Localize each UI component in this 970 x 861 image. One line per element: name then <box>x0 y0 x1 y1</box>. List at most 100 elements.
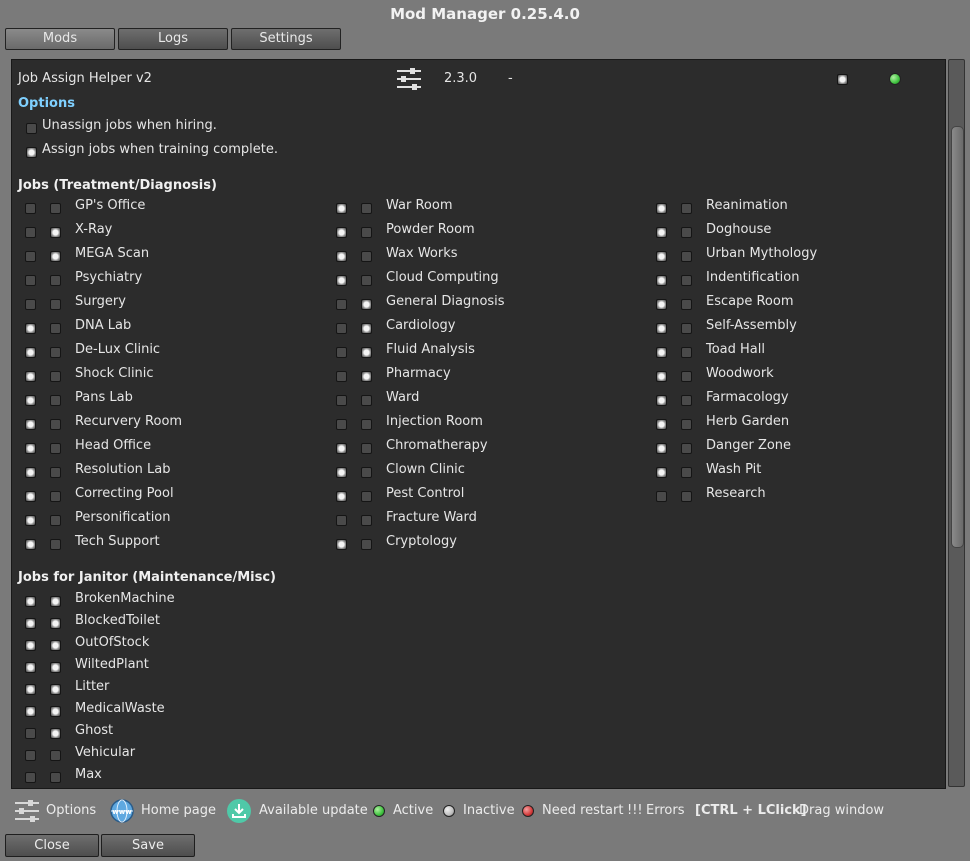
job-checkbox-b[interactable] <box>361 515 372 526</box>
job-checkbox-a[interactable] <box>336 227 347 238</box>
job-checkbox-b[interactable] <box>50 539 61 550</box>
job-checkbox-a[interactable] <box>25 539 36 550</box>
job-checkbox-a[interactable] <box>25 467 36 478</box>
job-checkbox-a[interactable] <box>25 491 36 502</box>
job-checkbox-b[interactable] <box>361 371 372 382</box>
janitor-checkbox-b[interactable] <box>50 772 61 783</box>
save-button[interactable]: Save <box>101 834 195 857</box>
job-checkbox-b[interactable] <box>361 251 372 262</box>
job-checkbox-a[interactable] <box>656 203 667 214</box>
tab-settings[interactable]: Settings <box>231 28 341 50</box>
job-checkbox-a[interactable] <box>656 299 667 310</box>
janitor-checkbox-a[interactable] <box>25 640 36 651</box>
job-checkbox-b[interactable] <box>361 299 372 310</box>
job-checkbox-b[interactable] <box>50 227 61 238</box>
job-checkbox-a[interactable] <box>336 395 347 406</box>
janitor-checkbox-a[interactable] <box>25 596 36 607</box>
job-checkbox-a[interactable] <box>336 371 347 382</box>
job-checkbox-b[interactable] <box>361 443 372 454</box>
vertical-scrollbar[interactable] <box>948 59 965 787</box>
job-checkbox-b[interactable] <box>681 323 692 334</box>
job-checkbox-b[interactable] <box>50 347 61 358</box>
job-checkbox-b[interactable] <box>50 419 61 430</box>
job-checkbox-b[interactable] <box>361 203 372 214</box>
job-checkbox-b[interactable] <box>50 251 61 262</box>
job-checkbox-a[interactable] <box>656 467 667 478</box>
job-checkbox-b[interactable] <box>361 419 372 430</box>
janitor-checkbox-b[interactable] <box>50 750 61 761</box>
job-checkbox-b[interactable] <box>361 539 372 550</box>
close-button[interactable]: Close <box>5 834 99 857</box>
job-checkbox-a[interactable] <box>336 419 347 430</box>
job-checkbox-b[interactable] <box>361 347 372 358</box>
job-checkbox-b[interactable] <box>50 299 61 310</box>
job-checkbox-b[interactable] <box>50 491 61 502</box>
mod-settings-icon[interactable] <box>396 67 422 91</box>
job-checkbox-a[interactable] <box>336 203 347 214</box>
job-checkbox-b[interactable] <box>681 491 692 502</box>
janitor-checkbox-a[interactable] <box>25 772 36 783</box>
janitor-checkbox-a[interactable] <box>25 728 36 739</box>
job-checkbox-a[interactable] <box>336 467 347 478</box>
job-checkbox-b[interactable] <box>681 275 692 286</box>
job-checkbox-b[interactable] <box>681 419 692 430</box>
job-checkbox-b[interactable] <box>361 491 372 502</box>
scrollbar-thumb[interactable] <box>951 126 964 548</box>
job-checkbox-b[interactable] <box>361 323 372 334</box>
job-checkbox-a[interactable] <box>656 275 667 286</box>
job-checkbox-b[interactable] <box>361 467 372 478</box>
job-checkbox-b[interactable] <box>681 395 692 406</box>
job-checkbox-b[interactable] <box>50 395 61 406</box>
job-checkbox-a[interactable] <box>336 491 347 502</box>
job-checkbox-a[interactable] <box>25 395 36 406</box>
job-checkbox-a[interactable] <box>25 515 36 526</box>
janitor-checkbox-b[interactable] <box>50 618 61 629</box>
job-checkbox-b[interactable] <box>361 227 372 238</box>
job-checkbox-a[interactable] <box>336 539 347 550</box>
janitor-checkbox-b[interactable] <box>50 640 61 651</box>
job-checkbox-b[interactable] <box>361 395 372 406</box>
janitor-checkbox-b[interactable] <box>50 684 61 695</box>
job-checkbox-a[interactable] <box>336 323 347 334</box>
job-checkbox-a[interactable] <box>25 323 36 334</box>
job-checkbox-a[interactable] <box>25 203 36 214</box>
job-checkbox-a[interactable] <box>25 227 36 238</box>
job-checkbox-a[interactable] <box>25 251 36 262</box>
job-checkbox-a[interactable] <box>25 275 36 286</box>
job-checkbox-b[interactable] <box>50 203 61 214</box>
job-checkbox-a[interactable] <box>656 419 667 430</box>
job-checkbox-a[interactable] <box>336 443 347 454</box>
janitor-checkbox-b[interactable] <box>50 662 61 673</box>
job-checkbox-b[interactable] <box>50 275 61 286</box>
job-checkbox-b[interactable] <box>681 347 692 358</box>
job-checkbox-a[interactable] <box>656 491 667 502</box>
job-checkbox-a[interactable] <box>336 299 347 310</box>
janitor-checkbox-a[interactable] <box>25 662 36 673</box>
job-checkbox-a[interactable] <box>25 299 36 310</box>
job-checkbox-a[interactable] <box>656 251 667 262</box>
job-checkbox-a[interactable] <box>656 371 667 382</box>
job-checkbox-b[interactable] <box>681 443 692 454</box>
job-checkbox-b[interactable] <box>681 227 692 238</box>
janitor-checkbox-b[interactable] <box>50 596 61 607</box>
job-checkbox-b[interactable] <box>50 323 61 334</box>
job-checkbox-b[interactable] <box>50 515 61 526</box>
tab-mods[interactable]: Mods <box>5 28 115 50</box>
job-checkbox-b[interactable] <box>50 443 61 454</box>
job-checkbox-b[interactable] <box>681 467 692 478</box>
job-checkbox-a[interactable] <box>25 419 36 430</box>
tab-logs[interactable]: Logs <box>118 28 228 50</box>
job-checkbox-a[interactable] <box>656 443 667 454</box>
job-checkbox-a[interactable] <box>25 371 36 382</box>
mod-enabled-checkbox[interactable] <box>837 74 848 85</box>
job-checkbox-a[interactable] <box>656 395 667 406</box>
option-checkbox[interactable] <box>26 123 37 134</box>
job-checkbox-b[interactable] <box>681 251 692 262</box>
job-checkbox-b[interactable] <box>681 299 692 310</box>
job-checkbox-a[interactable] <box>25 443 36 454</box>
job-checkbox-b[interactable] <box>50 467 61 478</box>
job-checkbox-b[interactable] <box>681 371 692 382</box>
janitor-checkbox-a[interactable] <box>25 706 36 717</box>
janitor-checkbox-b[interactable] <box>50 728 61 739</box>
job-checkbox-a[interactable] <box>25 347 36 358</box>
